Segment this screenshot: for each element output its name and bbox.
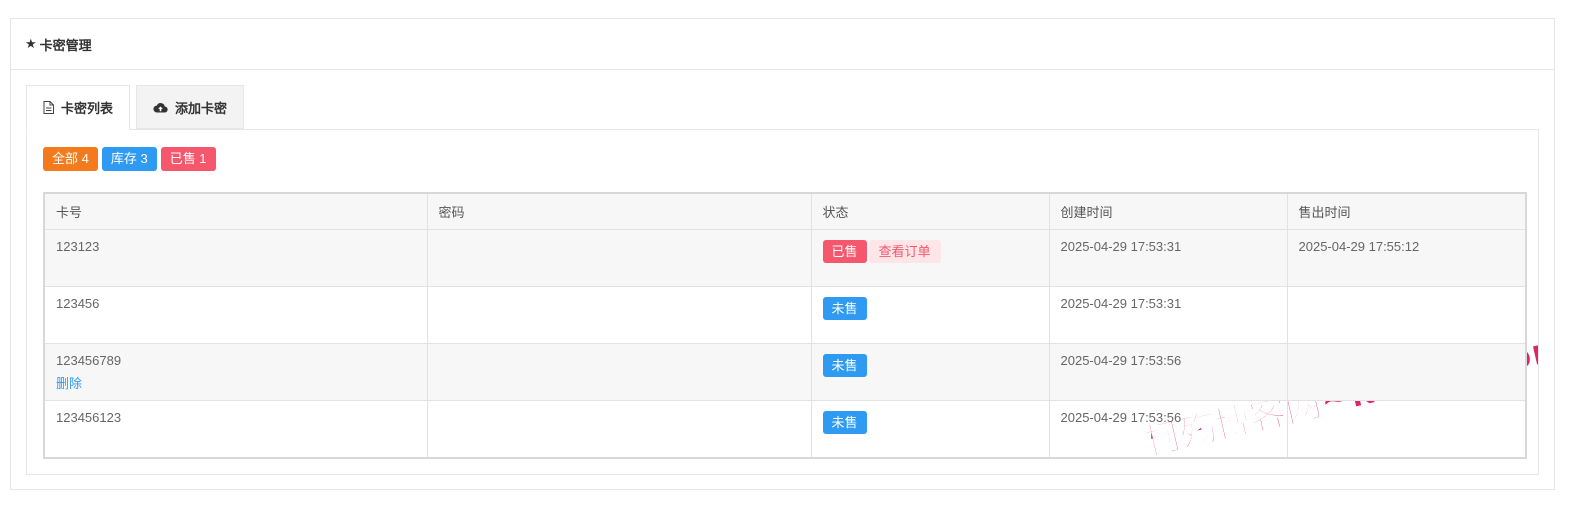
status-badge-sold: 已售	[822, 240, 867, 263]
table-row: 123456 未售 2025-04-29 17:53:31	[43, 286, 1527, 344]
panel-title: 卡密管理	[39, 37, 92, 53]
tab-card-list-label: 卡密列表	[61, 101, 114, 116]
view-order-button[interactable]: 查看订单	[868, 240, 941, 263]
status-badge-unsold: 未售	[822, 297, 867, 320]
filter-stock-button[interactable]: 库存 3	[101, 147, 157, 171]
cell-sold-time	[1286, 343, 1527, 401]
cell-password	[426, 229, 812, 287]
cell-status: 已售 查看订单	[810, 229, 1050, 287]
cell-created-time: 2025-04-29 17:53:56	[1048, 343, 1288, 401]
cell-card-number: 123123	[43, 229, 428, 287]
cell-created-time: 2025-04-29 17:53:56	[1048, 400, 1288, 458]
tab-card-list[interactable]: 卡密列表	[26, 85, 131, 130]
cell-status: 未售	[810, 400, 1050, 458]
filter-all-button[interactable]: 全部 4	[43, 147, 98, 171]
status-badge-unsold: 未售	[822, 354, 867, 377]
header-status: 状态	[810, 192, 1050, 230]
tab-add-card-label: 添加卡密	[175, 100, 228, 116]
delete-link[interactable]: 删除	[56, 373, 416, 392]
cell-password	[426, 286, 812, 344]
tab-add-card[interactable]: 添加卡密	[136, 85, 245, 129]
table-row: 123456123 未售 2025-04-29 17:53:56	[43, 400, 1527, 458]
cell-sold-time: 2025-04-29 17:55:12	[1286, 229, 1527, 287]
cell-sold-time	[1286, 400, 1527, 458]
cell-card-number: 123456	[43, 286, 428, 344]
header-password: 密码	[426, 192, 812, 230]
table-row: 123123 已售 查看订单 2025-04-29 17:53:31 2025-0…	[43, 229, 1527, 287]
star-icon: ★	[25, 36, 37, 51]
tab-content: 全部 4 库存 3 已售 1 卡号 密码 状态 创建时间 售出时间 123123…	[26, 129, 1539, 475]
cell-card-number: 123456789 删除	[43, 343, 428, 401]
status-badge-unsold: 未售	[822, 411, 867, 434]
filter-sold-button[interactable]: 已售 1	[160, 147, 216, 171]
cell-password	[426, 400, 812, 458]
tab-bar: 卡密列表 添加卡密	[26, 85, 1539, 130]
cloud-upload-icon	[153, 102, 168, 113]
cell-status: 未售	[810, 343, 1050, 401]
panel-header: ★ 卡密管理	[11, 19, 1554, 70]
panel-body: 卡密列表 添加卡密 全部 4 库存 3 已售 1 卡号 密码 状态 创建时间 售…	[11, 70, 1554, 475]
document-icon	[43, 101, 54, 114]
table-header-row: 卡号 密码 状态 创建时间 售出时间	[43, 192, 1527, 230]
card-management-panel: ★ 卡密管理 卡密列表 添加卡密 全部 4 库存 3 已售 1 卡号 密码 状态…	[10, 18, 1555, 490]
cell-status: 未售	[810, 286, 1050, 344]
cell-card-number: 123456123	[43, 400, 428, 458]
status-filters: 全部 4 库存 3 已售 1	[43, 147, 1522, 171]
card-number-text: 123456789	[56, 353, 122, 368]
cell-created-time: 2025-04-29 17:53:31	[1048, 286, 1288, 344]
cell-created-time: 2025-04-29 17:53:31	[1048, 229, 1288, 287]
card-table: 卡号 密码 状态 创建时间 售出时间 123123 已售 查看订单 2025-0…	[43, 192, 1527, 459]
header-sold-time: 售出时间	[1286, 192, 1527, 230]
header-created-time: 创建时间	[1048, 192, 1288, 230]
table-row: 123456789 删除 未售 2025-04-29 17:53:56	[43, 343, 1527, 401]
cell-password	[426, 343, 812, 401]
header-card-number: 卡号	[43, 192, 428, 230]
cell-sold-time	[1286, 286, 1527, 344]
